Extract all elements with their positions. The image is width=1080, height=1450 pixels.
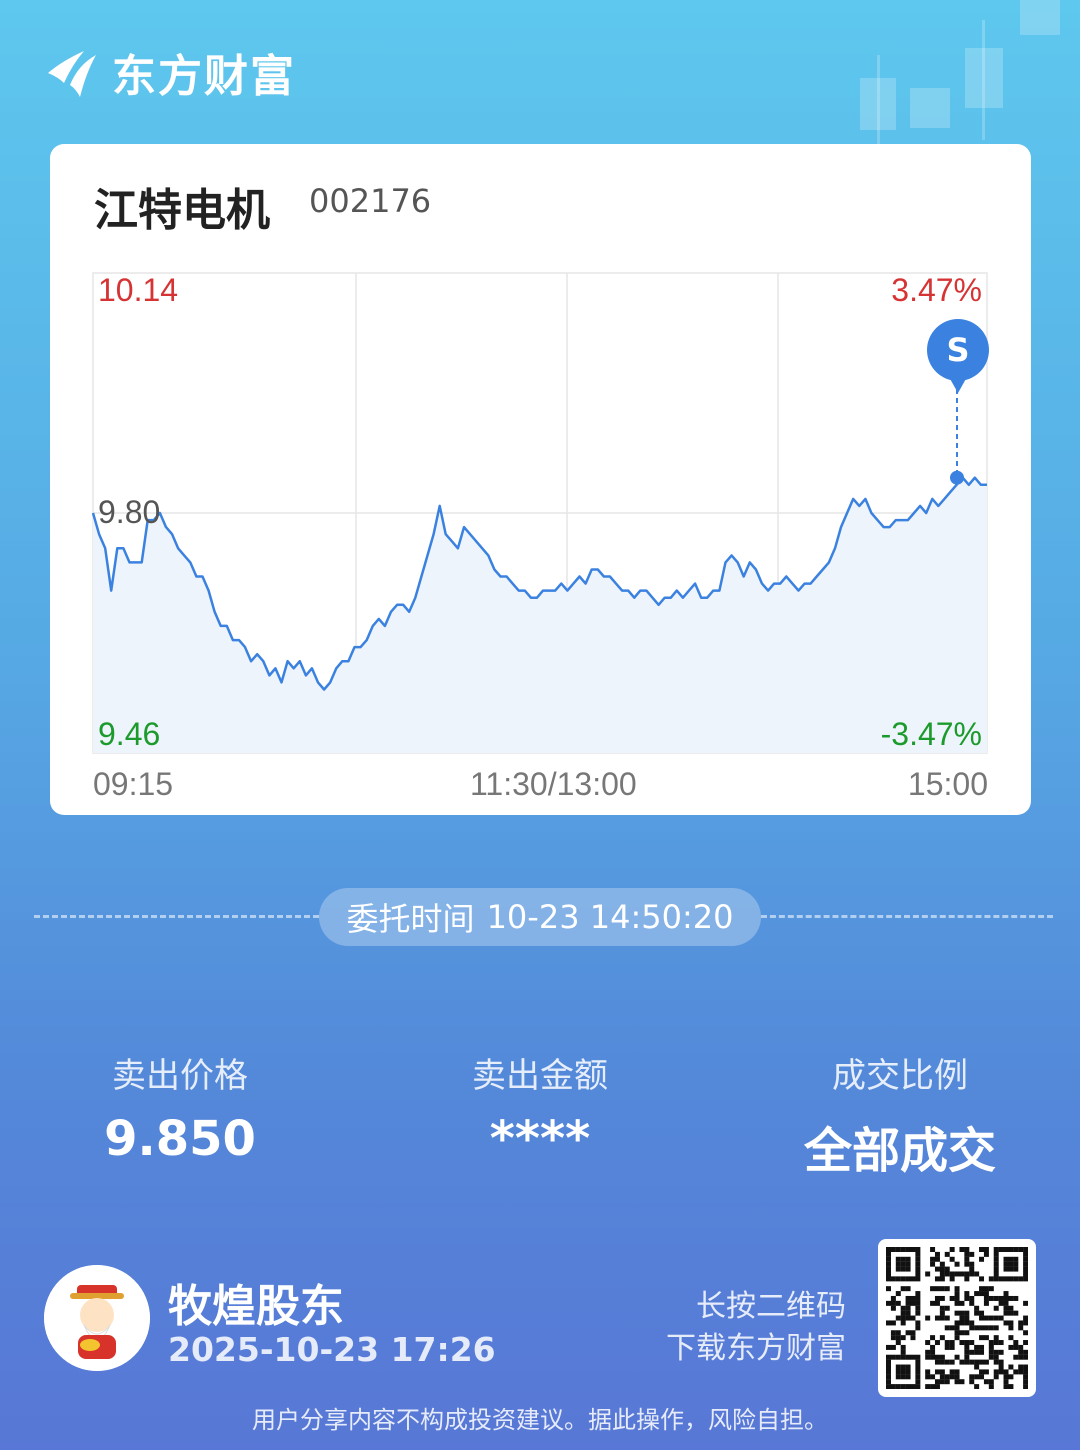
stat-label: 卖出价格 — [112, 1056, 248, 1096]
avatar-icon — [44, 1265, 150, 1371]
divider-right — [761, 915, 1053, 918]
order-time-value: 10-23 14:50:20 — [486, 898, 734, 936]
pct-max-label: 3.47% — [891, 272, 982, 308]
divider-left — [34, 915, 319, 918]
y-mid-label: 9.80 — [98, 494, 161, 530]
download-qr-code[interactable] — [878, 1239, 1036, 1397]
qr-hint-line2: 下载东方财富 — [666, 1331, 846, 1366]
x-tick-label: 15:00 — [907, 766, 988, 802]
stock-name: 江特电机 — [94, 185, 270, 236]
pct-min-label: -3.47% — [880, 716, 982, 752]
stat-value: 全部成交 — [803, 1123, 996, 1179]
disclaimer: 用户分享内容不构成投资建议。据此操作，风险自担。 — [252, 1406, 828, 1434]
stat-label: 卖出金额 — [472, 1056, 608, 1096]
stat-sell-price: 卖出价格 9.850 — [30, 1048, 330, 1167]
intraday-chart — [50, 144, 1031, 815]
brand-logo: 东方财富 — [42, 40, 296, 104]
user-avatar[interactable] — [44, 1265, 150, 1371]
share-datetime: 2025-10-23 17:26 — [168, 1330, 496, 1369]
background-candles-decoration — [820, 0, 1080, 150]
stat-label: 成交比例 — [832, 1056, 968, 1096]
y-min-label: 9.46 — [98, 716, 161, 752]
user-name: 牧煌股东 — [168, 1281, 344, 1332]
order-time-pill: 委托时间 10-23 14:50:20 — [319, 888, 761, 946]
stock-card: 江特电机 002176 10.14 9.80 9.46 3.47% -3.47%… — [50, 144, 1031, 815]
qr-hint-line1: 长按二维码 — [696, 1289, 846, 1324]
stock-code: 002176 — [309, 182, 432, 220]
price-area-fill — [93, 477, 987, 753]
stat-value: **** — [489, 1111, 591, 1167]
stat-value: 9.850 — [104, 1111, 256, 1167]
sell-marker-badge[interactable]: S — [927, 319, 989, 393]
brand-name: 东方财富 — [112, 51, 296, 102]
qr-code-icon — [886, 1247, 1029, 1390]
stat-sell-amount: 卖出金额 **** — [390, 1048, 690, 1167]
intraday-chart-svg — [91, 272, 988, 754]
y-max-label: 10.14 — [98, 272, 179, 308]
x-tick-label: 09:15 — [93, 766, 174, 802]
x-tick-label: 11:30/13:00 — [470, 766, 637, 802]
order-time-label: 委托时间 — [346, 900, 475, 938]
marker-point — [950, 470, 964, 485]
stat-fill-ratio: 成交比例 全部成交 — [750, 1048, 1050, 1181]
brand-logo-icon — [48, 51, 96, 97]
